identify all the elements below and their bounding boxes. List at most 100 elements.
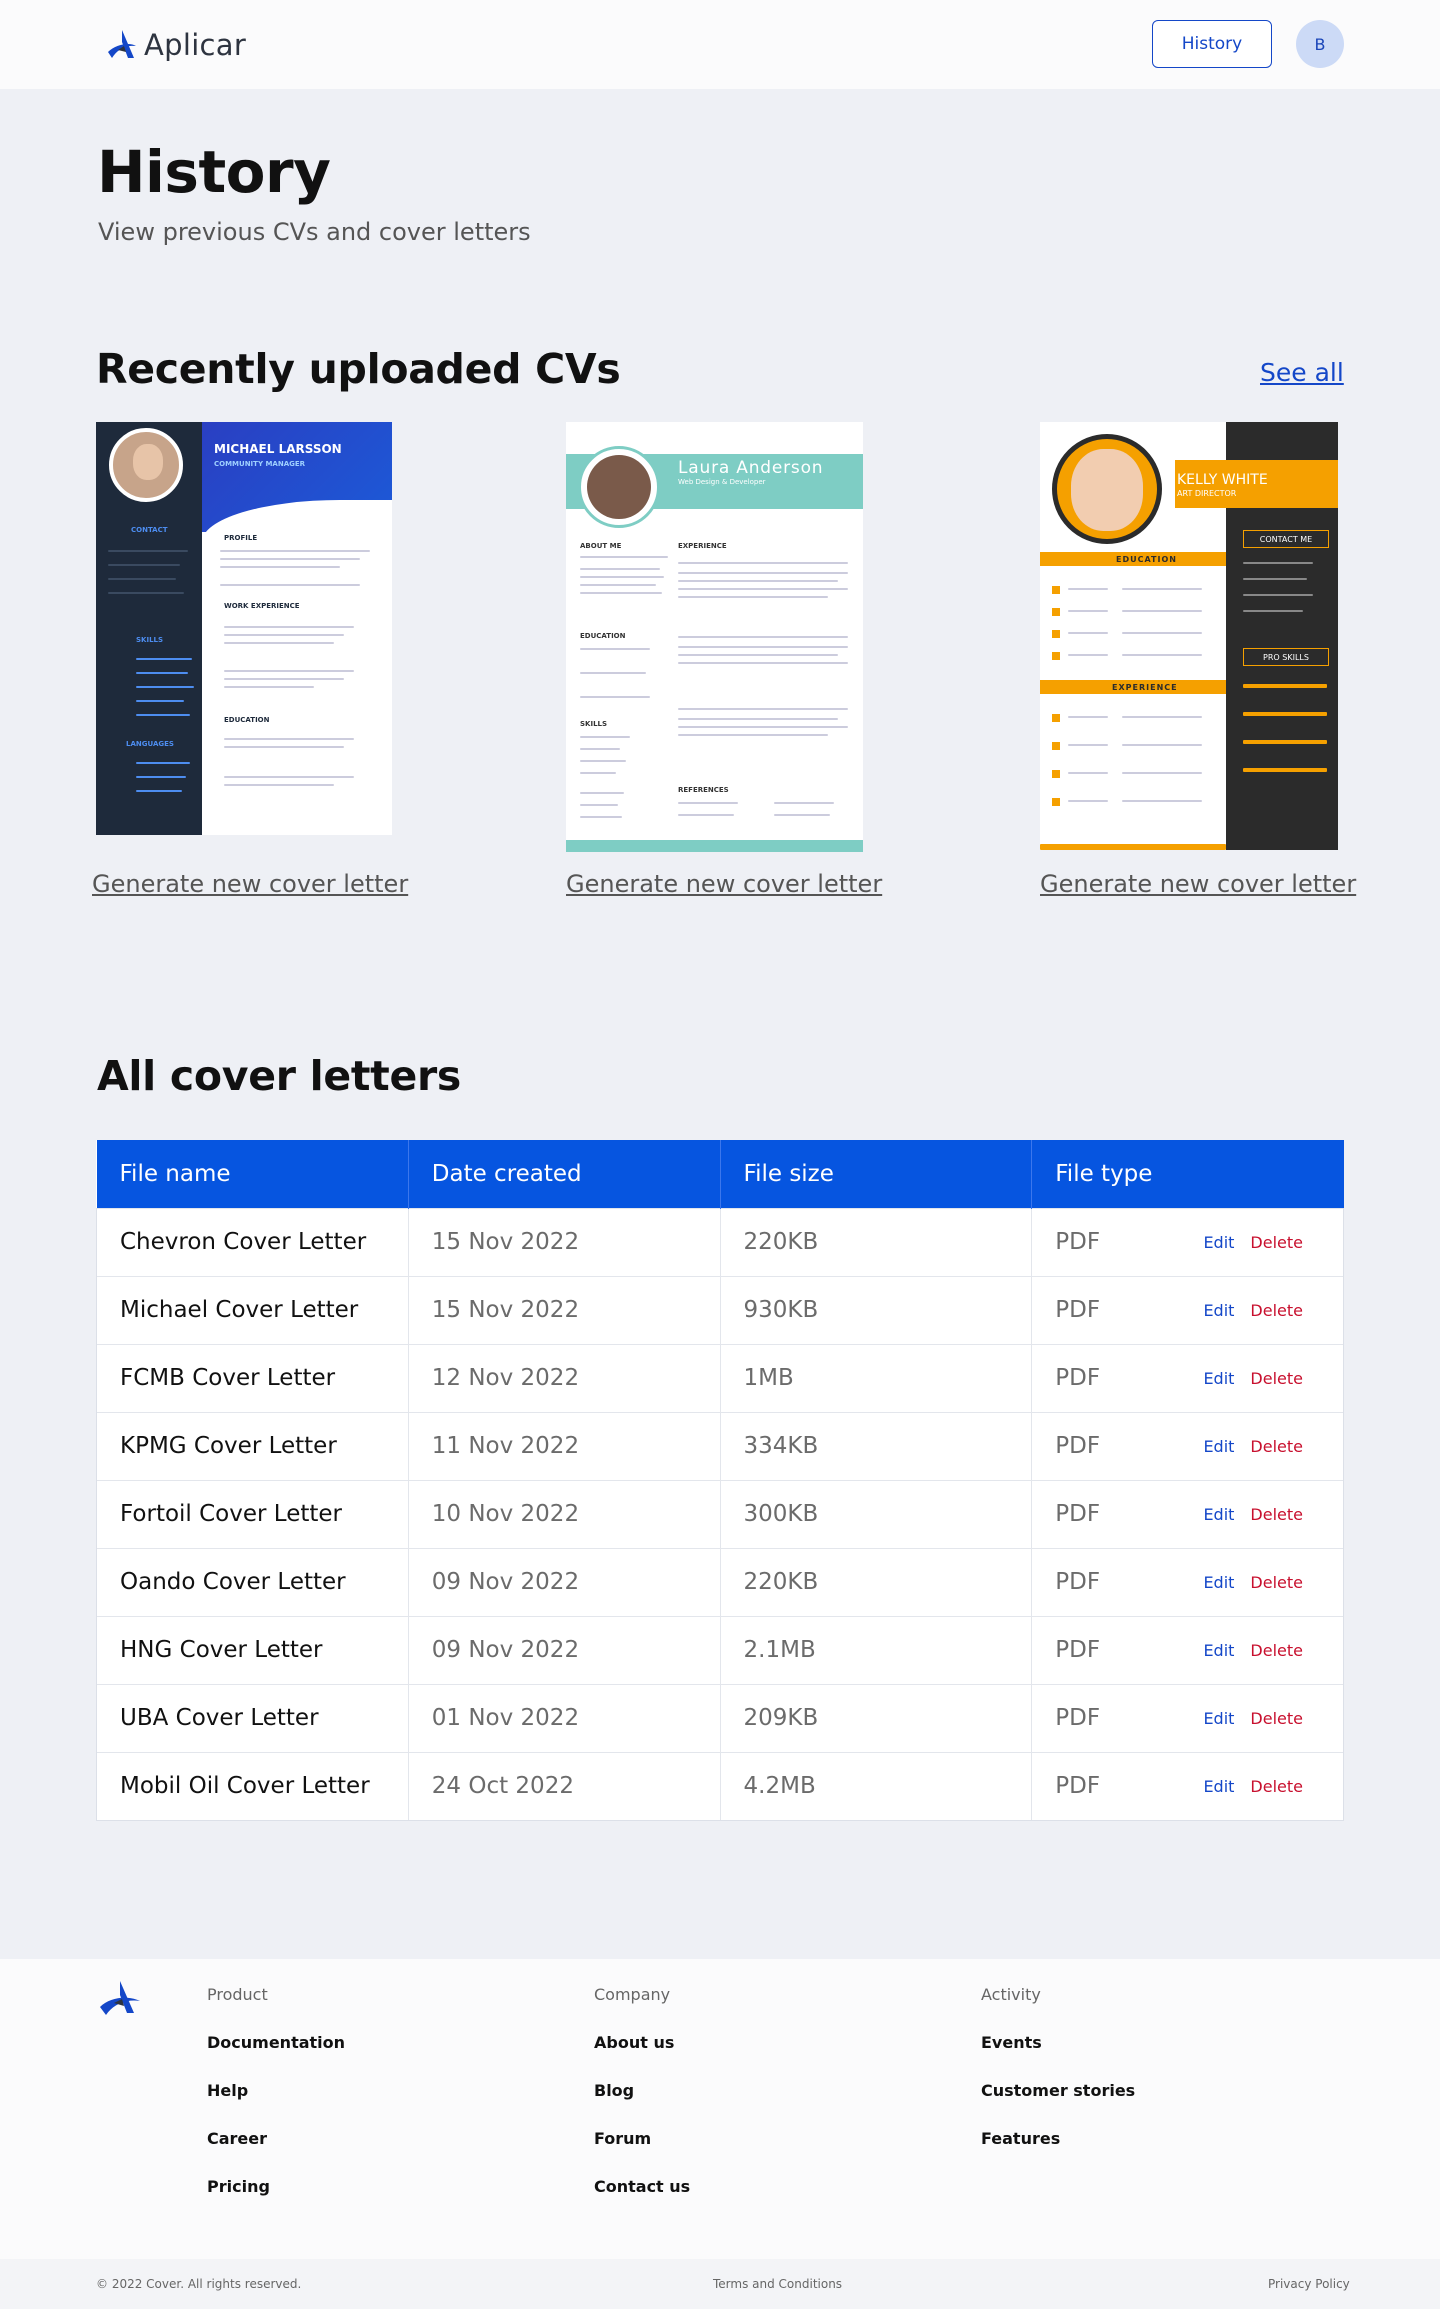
edit-link[interactable]: Edit xyxy=(1203,1505,1234,1524)
delete-link[interactable]: Delete xyxy=(1250,1301,1303,1320)
cv-text-line xyxy=(1243,578,1307,580)
footer-link-blog[interactable]: Blog xyxy=(594,2081,634,2100)
cv-skill-bar xyxy=(136,714,190,716)
file-name-cell: UBA Cover Letter xyxy=(96,1683,409,1752)
delete-link[interactable]: Delete xyxy=(1250,1641,1303,1660)
cv-text-line xyxy=(1068,800,1108,802)
privacy-link[interactable]: Privacy Policy xyxy=(1268,2277,1350,2291)
date-created-cell: 12 Nov 2022 xyxy=(408,1343,721,1412)
delete-link[interactable]: Delete xyxy=(1250,1573,1303,1592)
cv-section-heading: EDUCATION xyxy=(580,632,626,640)
delete-link[interactable]: Delete xyxy=(1250,1369,1303,1388)
edit-link[interactable]: Edit xyxy=(1203,1777,1234,1796)
footer-link-events[interactable]: Events xyxy=(981,2033,1042,2052)
cv-text-line xyxy=(678,708,848,710)
cv-text-line xyxy=(224,738,354,740)
delete-link[interactable]: Delete xyxy=(1250,1777,1303,1796)
cv-text-line xyxy=(580,592,662,594)
app-logo[interactable]: Aplicar xyxy=(106,28,246,62)
table-row[interactable]: HNG Cover Letter 09 Nov 2022 2.1MB PDF Edit D… xyxy=(96,1615,1344,1684)
edit-link[interactable]: Edit xyxy=(1203,1641,1234,1660)
date-created-cell: 11 Nov 2022 xyxy=(408,1411,721,1480)
date-created-cell-text: 01 Nov 2022 xyxy=(431,1705,580,1731)
cv-timeline-dot xyxy=(1052,742,1060,750)
cv-text-line xyxy=(224,642,334,644)
history-button[interactable]: History xyxy=(1152,20,1272,68)
column-header-file-type[interactable]: File type xyxy=(1031,1140,1344,1208)
cv-thumbnail-2[interactable]: Laura Anderson Web Design & Developer AB… xyxy=(566,422,863,852)
table-row[interactable]: Chevron Cover Letter 15 Nov 2022 220KB PDF E… xyxy=(96,1207,1344,1276)
cv-text-line xyxy=(1068,716,1108,718)
footer-link-about-us[interactable]: About us xyxy=(594,2033,674,2052)
terms-link[interactable]: Terms and Conditions xyxy=(713,2277,842,2291)
table-row[interactable]: KPMG Cover Letter 11 Nov 2022 334KB PDF Edit… xyxy=(96,1411,1344,1480)
cv-text-line xyxy=(108,578,176,580)
footer-link-forum[interactable]: Forum xyxy=(594,2129,651,2148)
table-row[interactable]: Michael Cover Letter 15 Nov 2022 930KB PDF E… xyxy=(96,1275,1344,1344)
date-created-cell: 15 Nov 2022 xyxy=(408,1275,721,1344)
cv-text-line xyxy=(108,564,180,566)
table-row[interactable]: Oando Cover Letter 09 Nov 2022 220KB PDF Edi… xyxy=(96,1547,1344,1616)
footer-link-features[interactable]: Features xyxy=(981,2129,1060,2148)
see-all-link[interactable]: See all xyxy=(1260,358,1344,387)
delete-link[interactable]: Delete xyxy=(1250,1437,1303,1456)
footer-link-contact-us[interactable]: Contact us xyxy=(594,2177,690,2196)
cv-text-line xyxy=(678,580,838,582)
cv-text-line xyxy=(580,696,650,698)
footer-link-pricing[interactable]: Pricing xyxy=(207,2177,270,2196)
delete-link[interactable]: Delete xyxy=(1250,1505,1303,1524)
cv-role: ART DIRECTOR xyxy=(1177,489,1237,498)
delete-link[interactable]: Delete xyxy=(1250,1709,1303,1728)
cv-skill-bar xyxy=(136,790,182,792)
footer-link-documentation[interactable]: Documentation xyxy=(207,2033,345,2052)
delete-link[interactable]: Delete xyxy=(1250,1233,1303,1252)
cv-text-line xyxy=(224,746,344,748)
table-row[interactable]: Fortoil Cover Letter 10 Nov 2022 300KB PDF E… xyxy=(96,1479,1344,1548)
cv-thumbnail-3[interactable]: KELLY WHITE ART DIRECTOR EDUCATION EXPER… xyxy=(1040,422,1338,850)
date-created-cell-text: 15 Nov 2022 xyxy=(431,1229,580,1255)
edit-link[interactable]: Edit xyxy=(1203,1301,1234,1320)
edit-link[interactable]: Edit xyxy=(1203,1233,1234,1252)
footer-link-customer-stories[interactable]: Customer stories xyxy=(981,2081,1135,2100)
logo-text: Aplicar xyxy=(144,28,247,62)
edit-link[interactable]: Edit xyxy=(1203,1709,1234,1728)
generate-cover-letter-link-3[interactable]: Generate new cover letter xyxy=(1040,870,1356,898)
edit-link[interactable]: Edit xyxy=(1203,1437,1234,1456)
cv-text-line xyxy=(580,736,630,738)
table-row[interactable]: FCMB Cover Letter 12 Nov 2022 1MB PDF Edit De… xyxy=(96,1343,1344,1412)
file-name-cell: Michael Cover Letter xyxy=(96,1275,409,1344)
footer-link-help[interactable]: Help xyxy=(207,2081,248,2100)
cv-timeline-dot xyxy=(1052,608,1060,616)
cv-thumbnail-1[interactable]: MICHAEL LARSSON COMMUNITY MANAGER CONTAC… xyxy=(96,422,392,835)
file-type-cell-text: PDF xyxy=(1055,1637,1101,1663)
cv-text-line xyxy=(580,816,622,818)
table-row[interactable]: UBA Cover Letter 01 Nov 2022 209KB PDF Edit D… xyxy=(96,1683,1344,1752)
user-avatar[interactable]: B xyxy=(1296,20,1344,68)
generate-cover-letter-link-1[interactable]: Generate new cover letter xyxy=(92,870,408,898)
edit-link[interactable]: Edit xyxy=(1203,1369,1234,1388)
cv-text-line xyxy=(1068,772,1108,774)
cv-text-line xyxy=(220,566,340,568)
cv-timeline-dot xyxy=(1052,798,1060,806)
cv-text-line xyxy=(1122,744,1202,746)
cv-text-line xyxy=(580,804,618,806)
footer-logo-icon[interactable] xyxy=(96,1979,142,2019)
footer-link-career[interactable]: Career xyxy=(207,2129,267,2148)
table-row[interactable]: Mobil Oil Cover Letter 24 Oct 2022 4.2MB PD… xyxy=(96,1751,1344,1821)
file-name-cell-text: Chevron Cover Letter xyxy=(120,1229,367,1255)
column-header-file-name[interactable]: File name xyxy=(96,1140,409,1208)
edit-link[interactable]: Edit xyxy=(1203,1573,1234,1592)
column-header-date-created[interactable]: Date created xyxy=(408,1140,721,1208)
column-header-file-size[interactable]: File size xyxy=(720,1140,1033,1208)
cv-text-line xyxy=(678,654,838,656)
file-type-cell-text: PDF xyxy=(1055,1365,1101,1391)
file-name-cell: Mobil Oil Cover Letter xyxy=(96,1751,409,1821)
footer-col-title-product: Product xyxy=(207,1985,268,2004)
cv-section-heading: CONTACT xyxy=(131,526,168,534)
cv-text-line xyxy=(678,572,848,574)
cv-section-heading: PRO SKILLS xyxy=(1243,648,1329,666)
cv-text-line xyxy=(224,678,344,680)
generate-cover-letter-link-2[interactable]: Generate new cover letter xyxy=(566,870,882,898)
cv-text-line xyxy=(678,636,848,638)
cv-text-line xyxy=(1243,610,1303,612)
